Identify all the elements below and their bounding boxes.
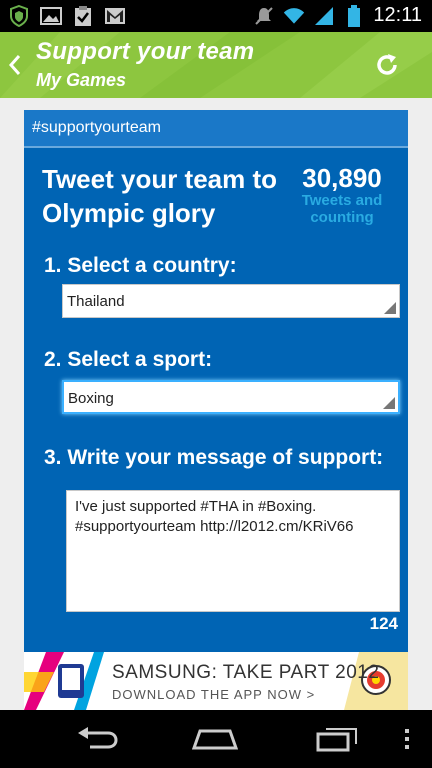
message-input[interactable]: I've just supported #THA in #Boxing. #su… xyxy=(66,490,400,612)
dropdown-arrow-icon xyxy=(384,302,396,314)
step2-label: 2. Select a sport: xyxy=(44,348,213,371)
ad-banner[interactable]: SAMSUNG: TAKE PART 2012 DOWNLOAD THE APP… xyxy=(24,652,408,710)
battery-icon xyxy=(343,4,365,27)
tweet-count: 30,890 xyxy=(302,163,382,193)
tweet-count-label: Tweets and counting xyxy=(301,192,383,226)
nav-back-button[interactable] xyxy=(72,722,122,756)
signal-icon xyxy=(313,5,335,27)
hashtag-label: #supportyourteam xyxy=(32,119,161,136)
country-value: Thailand xyxy=(67,293,125,310)
chevron-left-icon xyxy=(8,55,21,75)
nav-home-button[interactable] xyxy=(190,722,240,756)
ad-title: SAMSUNG: TAKE PART 2012 xyxy=(112,662,380,683)
image-icon xyxy=(40,5,62,27)
recent-apps-icon xyxy=(316,728,357,752)
dropdown-arrow-icon xyxy=(383,397,395,409)
gmail-icon xyxy=(104,5,126,27)
step1-label: 1. Select a country: xyxy=(44,254,237,277)
mute-icon xyxy=(253,5,275,27)
system-nav-bar xyxy=(0,710,432,768)
system-icons: 12:11 xyxy=(253,4,422,27)
back-icon xyxy=(78,727,118,749)
nav-menu-button[interactable] xyxy=(392,722,422,756)
back-button[interactable] xyxy=(4,48,26,82)
content-area: #supportyourteam Tweet your team to Olym… xyxy=(0,98,432,710)
card-header: #supportyourteam xyxy=(24,110,408,148)
support-card: #supportyourteam Tweet your team to Olym… xyxy=(24,110,408,658)
refresh-icon xyxy=(377,54,397,75)
clock: 12:11 xyxy=(373,4,422,26)
sport-select[interactable]: Boxing xyxy=(62,380,400,414)
refresh-button[interactable] xyxy=(370,48,404,82)
ad-subtitle: DOWNLOAD THE APP NOW > xyxy=(112,687,316,702)
page-title: Support your team xyxy=(36,38,255,65)
tweet-counter: 30,890 Tweets and counting xyxy=(286,164,398,226)
notification-icons xyxy=(8,5,126,27)
shield-icon xyxy=(8,5,30,27)
wifi-icon xyxy=(283,5,305,27)
character-count: 124 xyxy=(369,614,398,633)
status-bar: 12:11 xyxy=(0,0,432,32)
step3-label: 3. Write your message of support: xyxy=(44,446,384,469)
page-subtitle: My Games xyxy=(36,70,127,90)
home-icon xyxy=(192,729,238,750)
app-header: Support your team My Games xyxy=(0,32,432,98)
menu-icon xyxy=(405,729,409,749)
clipboard-check-icon xyxy=(72,5,94,27)
country-select[interactable]: Thailand xyxy=(62,284,400,318)
headline: Tweet your team to Olympic glory xyxy=(42,164,278,228)
sport-value: Boxing xyxy=(68,390,114,407)
nav-recent-button[interactable] xyxy=(312,722,362,756)
